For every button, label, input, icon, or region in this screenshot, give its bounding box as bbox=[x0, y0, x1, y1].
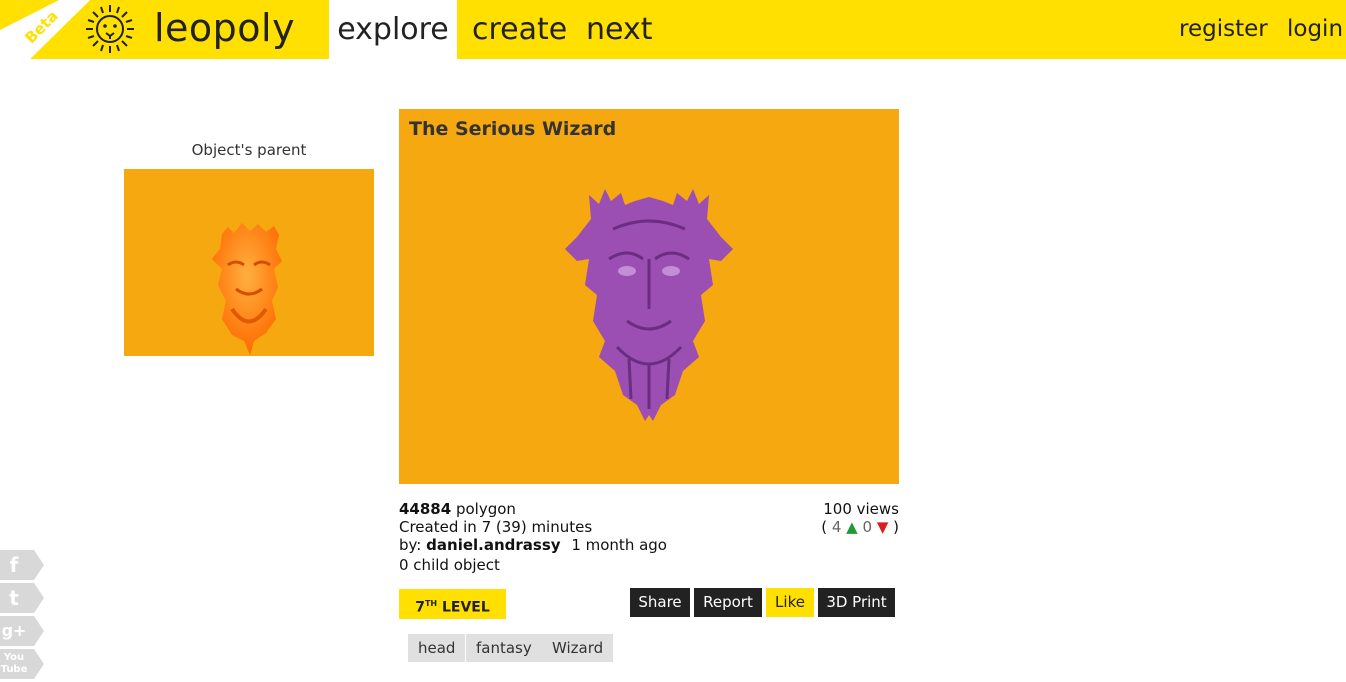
created-time: Created in 7 (39) minutes bbox=[399, 518, 593, 536]
parent-model-image bbox=[212, 223, 282, 355]
polygon-count: 44884 bbox=[399, 500, 452, 518]
polygon-row: 44884 polygon bbox=[399, 500, 667, 518]
tag-wizard[interactable]: Wizard bbox=[542, 634, 614, 662]
youtube-icon: You Tube bbox=[0, 652, 28, 675]
googleplus-share[interactable]: g+ bbox=[0, 616, 44, 646]
3d-print-button[interactable]: 3D Print bbox=[818, 588, 895, 617]
object-info: 44884 polygon Created in 7 (39) minutes … bbox=[399, 500, 667, 574]
vote-row: ( 4 ▲ 0 ▼ ) bbox=[821, 518, 899, 536]
beta-corner: Beta bbox=[0, 0, 90, 59]
facebook-share[interactable]: f bbox=[0, 550, 44, 580]
nav-explore[interactable]: explore bbox=[329, 0, 457, 59]
twitter-icon: t bbox=[9, 586, 19, 610]
author-row: by: daniel.andrassy 1 month ago bbox=[399, 536, 667, 554]
nav-create[interactable]: create bbox=[472, 0, 567, 59]
tag-fantasy[interactable]: fantasy bbox=[466, 634, 542, 662]
vote-paren-open: ( bbox=[821, 518, 828, 536]
facebook-icon: f bbox=[9, 553, 19, 577]
level-badge: 7TH LEVEL bbox=[399, 589, 506, 619]
object-stats: 100 views ( 4 ▲ 0 ▼ ) bbox=[821, 500, 899, 536]
logo-wordmark[interactable]: leopoly bbox=[154, 6, 295, 50]
level-number: 7 bbox=[415, 599, 425, 616]
register-link[interactable]: register bbox=[1179, 0, 1268, 59]
views-count: 100 views bbox=[823, 500, 899, 518]
share-button[interactable]: Share bbox=[630, 588, 690, 617]
wizard-head-model bbox=[565, 189, 733, 421]
object-title: The Serious Wizard bbox=[409, 118, 617, 140]
youtube-link[interactable]: You Tube bbox=[0, 649, 44, 679]
upvote-count: 4 bbox=[831, 518, 842, 536]
polygon-label: polygon bbox=[455, 500, 516, 518]
created-ago: 1 month ago bbox=[571, 536, 667, 554]
level-suffix: TH bbox=[424, 599, 438, 608]
top-navigation-bar: Beta leopoly explore create next registe… bbox=[0, 0, 1346, 59]
downvote-count: 0 bbox=[862, 518, 873, 536]
model-viewer[interactable]: The Serious Wizard bbox=[399, 109, 899, 484]
lion-logo-icon[interactable] bbox=[84, 3, 136, 55]
twitter-share[interactable]: t bbox=[0, 583, 44, 613]
googleplus-icon: g+ bbox=[1, 621, 27, 640]
parent-object-heading: Object's parent bbox=[191, 141, 307, 159]
report-button[interactable]: Report bbox=[694, 588, 762, 617]
login-link[interactable]: login bbox=[1287, 0, 1343, 59]
parent-object-thumbnail[interactable] bbox=[124, 169, 374, 356]
nav-next[interactable]: next bbox=[586, 0, 652, 59]
like-button[interactable]: Like bbox=[766, 588, 814, 617]
tag-head[interactable]: head bbox=[408, 634, 466, 662]
by-label: by: bbox=[399, 536, 422, 554]
upvote-icon[interactable]: ▲ bbox=[846, 518, 858, 536]
child-count: 0 child object bbox=[399, 556, 500, 574]
vote-paren-close: ) bbox=[893, 518, 899, 536]
downvote-icon[interactable]: ▼ bbox=[877, 518, 889, 536]
author-link[interactable]: daniel.andrassy bbox=[426, 536, 560, 554]
level-word: LEVEL bbox=[441, 599, 490, 616]
